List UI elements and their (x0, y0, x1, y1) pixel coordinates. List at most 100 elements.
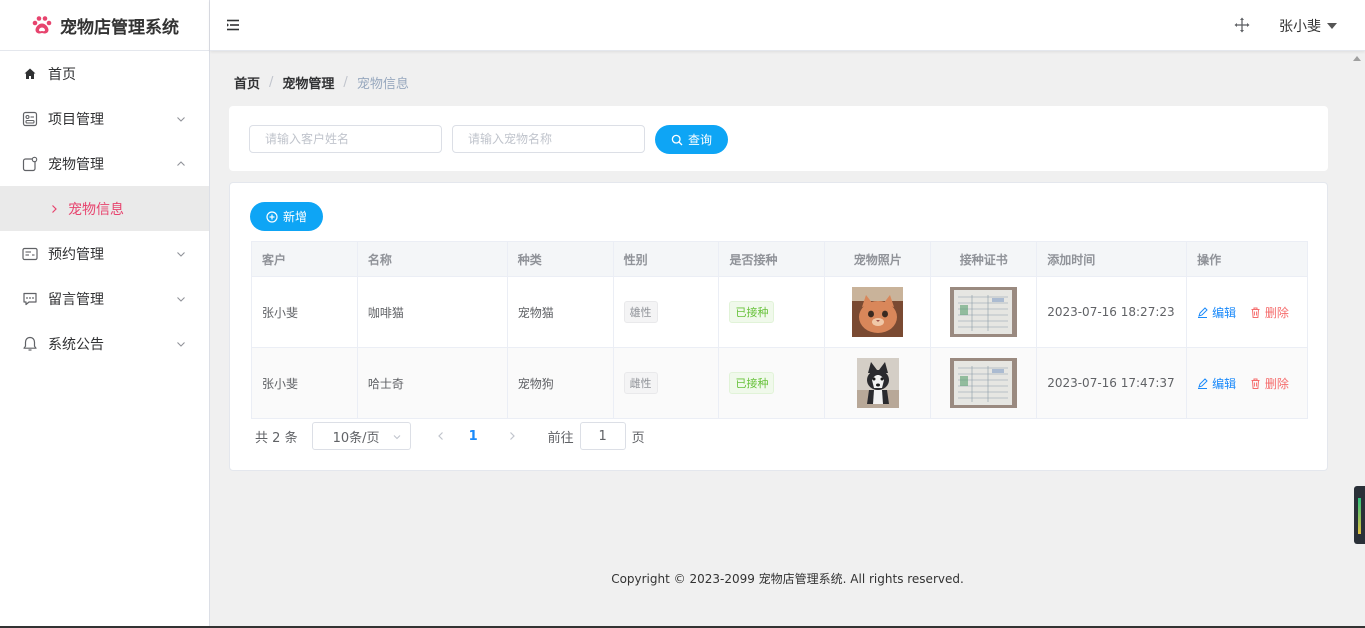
search-panel: 查询 (229, 106, 1328, 171)
scrollbar-up-arrow[interactable] (1353, 56, 1361, 61)
chevron-left-icon (437, 432, 443, 440)
cell-type: 宠物猫 (506, 276, 614, 348)
chevron-down-icon (177, 251, 185, 257)
breadcrumb-parent: 宠物管理 (282, 77, 335, 92)
caret-down-icon (1327, 23, 1337, 29)
cell-name: 哈士奇 (356, 347, 508, 419)
cell-actions: 编辑 删除 (1186, 347, 1308, 419)
vaccinated-tag: 已接种 (729, 301, 775, 323)
column-header: 添加时间 (1036, 241, 1188, 277)
delete-label: 删除 (1264, 376, 1289, 391)
prev-page-button[interactable] (431, 426, 451, 446)
sidebar-item-label: 宠物信息 (68, 201, 124, 218)
vaccination-certificate-thumbnail[interactable] (950, 358, 1018, 408)
page-number[interactable]: 1 (469, 429, 478, 444)
sidebar-item-label: 首页 (48, 66, 76, 83)
cell-gender: 雄性 (612, 276, 720, 348)
vaccinated-tag: 已接种 (729, 372, 775, 394)
sidebar-item-label: 系统公告 (48, 336, 104, 353)
user-name: 张小斐 (1279, 19, 1321, 35)
chevron-right-icon (52, 204, 57, 213)
breadcrumb-separator: / (343, 75, 348, 90)
table-panel: 新增 客户 名称 种类 性别 是否接种 宠物照片 接种证书 添加时间 操作 张小… (229, 182, 1328, 471)
breadcrumb-current: 宠物信息 (356, 77, 409, 92)
app-title: 宠物店管理系统 (60, 17, 179, 38)
paw-logo-icon (32, 16, 52, 34)
delete-button[interactable]: 删除 (1250, 375, 1289, 392)
cell-vaccinated: 已接种 (718, 276, 826, 348)
total-suffix: 条 (284, 430, 298, 446)
next-page-button[interactable] (502, 426, 522, 446)
sidebar-item-message[interactable]: 留言管理 (0, 276, 209, 321)
bell-icon (22, 336, 38, 352)
table-row: 张小斐 咖啡猫 宠物猫 雄性 已接种 2023-07-16 18:27:23 编… (251, 276, 1308, 348)
edit-icon (1198, 377, 1208, 389)
side-floating-widget[interactable] (1354, 486, 1365, 544)
sidebar-item-project[interactable]: 项目管理 (0, 96, 209, 141)
sidebar-item-label: 预约管理 (48, 246, 104, 263)
chevron-down-icon (177, 116, 185, 122)
column-header: 客户 (251, 241, 358, 277)
gender-tag: 雄性 (623, 301, 658, 323)
cell-name: 咖啡猫 (356, 276, 508, 348)
page-size-value: 10条/页 (332, 430, 380, 446)
query-button-label: 查询 (687, 133, 712, 147)
user-menu[interactable]: 张小斐 (1279, 16, 1337, 36)
column-header: 接种证书 (930, 241, 1038, 277)
pagination: 共 2 条 10条/页 1 前往 页 (255, 422, 645, 450)
cat-photo-thumbnail[interactable] (852, 287, 904, 337)
breadcrumb-separator: / (269, 75, 274, 90)
delete-button[interactable]: 删除 (1250, 304, 1289, 321)
customer-name-input[interactable] (249, 125, 442, 153)
sidebar-item-pet-info[interactable]: 宠物信息 (0, 186, 209, 231)
query-button[interactable]: 查询 (655, 125, 728, 154)
pet-table: 客户 名称 种类 性别 是否接种 宠物照片 接种证书 添加时间 操作 张小斐 咖… (251, 241, 1308, 419)
cell-gender: 雌性 (612, 347, 720, 419)
delete-icon (1251, 378, 1260, 389)
dog-photo-thumbnail[interactable] (856, 358, 899, 408)
goto-suffix: 页 (631, 430, 645, 446)
cell-vaccination-cert (930, 347, 1038, 419)
search-icon (671, 134, 683, 145)
edit-button[interactable]: 编辑 (1197, 304, 1236, 321)
table-row: 张小斐 哈士奇 宠物狗 雌性 已接种 2023-07-16 17:47:37 编… (251, 347, 1308, 419)
edit-icon (1198, 306, 1208, 318)
sidebar: 宠物店管理系统 首页 项目管理 宠物管理 宠物信息 预约管理 留言管理 系统公告 (0, 0, 210, 628)
footer-copyright: Copyright © 2023-2099 宠物店管理系统. All right… (611, 572, 964, 586)
column-header: 是否接种 (718, 241, 826, 277)
vaccination-certificate-thumbnail[interactable] (950, 287, 1018, 337)
pet-name-input[interactable] (452, 125, 645, 153)
breadcrumb-home[interactable]: 首页 (234, 73, 260, 92)
total-value: 2 (272, 430, 281, 446)
add-button[interactable]: 新增 (250, 202, 323, 231)
chevron-down-icon (393, 435, 400, 440)
delete-label: 删除 (1264, 305, 1289, 320)
goto-page-input[interactable] (579, 422, 626, 450)
fullscreen-move-icon[interactable] (1234, 17, 1250, 33)
edit-label: 编辑 (1212, 376, 1237, 391)
sidebar-item-label: 留言管理 (48, 291, 104, 308)
cell-type: 宠物狗 (506, 347, 614, 419)
sidebar-item-appointment[interactable]: 预约管理 (0, 231, 209, 276)
cell-added-time: 2023-07-16 17:47:37 (1036, 347, 1188, 419)
app-logo[interactable]: 宠物店管理系统 (0, 0, 209, 51)
goto-label: 前往 (547, 430, 574, 446)
delete-icon (1251, 307, 1260, 318)
home-icon (22, 66, 38, 82)
sidebar-item-notice[interactable]: 系统公告 (0, 321, 209, 366)
edit-button[interactable]: 编辑 (1197, 375, 1236, 392)
total-prefix: 共 (255, 430, 269, 446)
chevron-right-icon (509, 432, 515, 440)
page-size-select[interactable]: 10条/页 (311, 422, 411, 450)
sidebar-item-pet[interactable]: 宠物管理 (0, 141, 209, 186)
column-header: 性别 (612, 241, 720, 277)
cell-pet-photo (824, 347, 932, 419)
total-count: 共 2 条 (255, 427, 298, 446)
column-header: 种类 (506, 241, 614, 277)
hamburger-icon[interactable] (226, 18, 240, 32)
chevron-down-icon (177, 341, 185, 347)
message-icon (22, 291, 38, 307)
gender-tag: 雌性 (623, 372, 658, 394)
sidebar-item-home[interactable]: 首页 (0, 51, 209, 96)
cell-added-time: 2023-07-16 18:27:23 (1036, 276, 1188, 348)
